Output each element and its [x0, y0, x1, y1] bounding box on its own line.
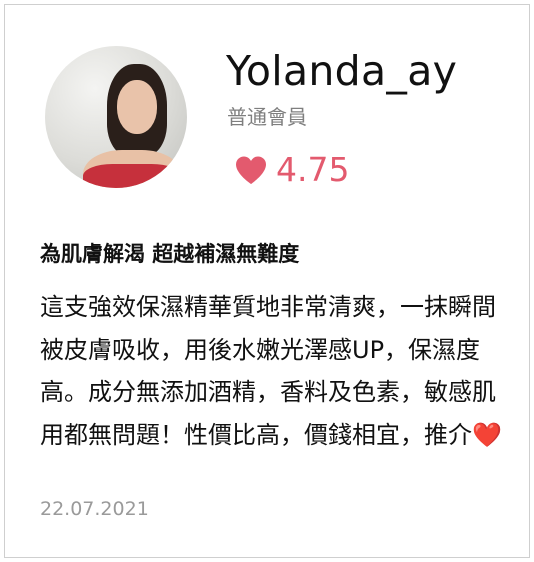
heart-icon	[236, 156, 266, 184]
avatar-face	[117, 80, 157, 134]
avatar-dress	[83, 164, 181, 188]
review-card: Yolanda_ay 普通會員 4.75 為肌膚解渴 超越補濕無難度 這支強效保…	[4, 4, 530, 558]
rating-value: 4.75	[276, 150, 350, 189]
avatar[interactable]	[45, 46, 187, 188]
member-level-label: 普通會員	[227, 105, 307, 129]
review-title: 為肌膚解渴 超越補濕無難度	[40, 242, 300, 266]
review-date: 22.07.2021	[40, 498, 149, 520]
review-body: 這支強效保濕精華質地非常清爽，一抹瞬間被皮膚吸收，用後水嫩光澤感UP，保濕度高。…	[40, 293, 502, 449]
rating: 4.75	[234, 150, 349, 190]
username[interactable]: Yolanda_ay	[226, 45, 457, 97]
